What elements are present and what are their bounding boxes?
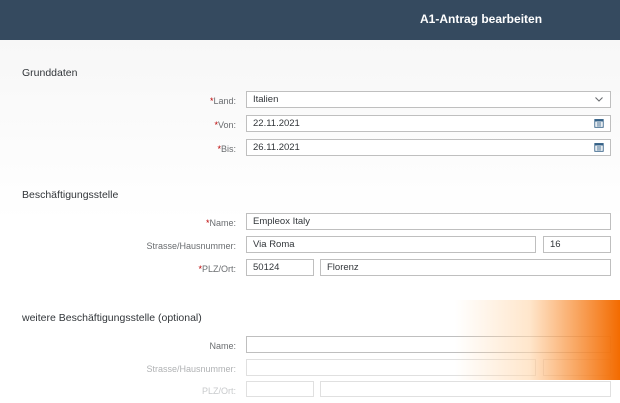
von-value: 22.11.2021 <box>253 118 300 129</box>
title-bar: A1-Antrag bearbeiten <box>0 0 620 40</box>
ort-input[interactable]: Florenz <box>320 259 611 276</box>
plz-value: 50124 <box>253 262 280 273</box>
label-bis: *Bis: <box>217 144 236 154</box>
label-weitere-name: Name: <box>209 341 236 351</box>
label-von: *Von: <box>214 120 236 130</box>
label-weitere-strasse: Strasse/Hausnummer: <box>146 364 236 374</box>
name-value: Empleox Italy <box>253 216 311 227</box>
label-land: *Land: <box>209 96 236 106</box>
weitere-house-number-input[interactable] <box>543 359 611 376</box>
weitere-street-input[interactable] <box>246 359 536 376</box>
bis-value: 26.11.2021 <box>253 142 300 153</box>
section-title-beschaeftigungsstelle: Beschäftigungsstelle <box>22 189 119 201</box>
house-number-input[interactable]: 16 <box>543 236 611 253</box>
bis-date-input[interactable]: 26.11.2021 <box>246 139 611 156</box>
label-name: *Name: <box>205 218 236 228</box>
calendar-icon[interactable] <box>594 118 604 128</box>
land-value: Italien <box>253 94 279 105</box>
von-date-input[interactable]: 22.11.2021 <box>246 115 611 132</box>
section-title-weitere: weitere Beschäftigungsstelle (optional) <box>22 312 202 324</box>
label-strasse: Strasse/Hausnummer: <box>146 241 236 251</box>
weitere-name-input[interactable] <box>246 336 611 353</box>
street-input[interactable]: Via Roma <box>246 236 536 253</box>
calendar-icon[interactable] <box>594 142 604 152</box>
street-value: Via Roma <box>253 239 295 250</box>
land-select[interactable]: Italien <box>246 91 611 108</box>
weitere-plz-input[interactable] <box>246 381 314 397</box>
plz-input[interactable]: 50124 <box>246 259 314 276</box>
page-title: A1-Antrag bearbeiten <box>420 12 543 26</box>
house-number-value: 16 <box>550 239 561 250</box>
label-plzort: *PLZ/Ort: <box>198 264 236 274</box>
chevron-down-icon[interactable] <box>594 94 604 104</box>
label-weitere-plzort: PLZ/Ort: <box>201 386 236 396</box>
name-input[interactable]: Empleox Italy <box>246 213 611 230</box>
section-title-grunddaten: Grunddaten <box>22 67 78 79</box>
weitere-ort-input[interactable] <box>320 381 611 397</box>
ort-value: Florenz <box>327 262 359 273</box>
